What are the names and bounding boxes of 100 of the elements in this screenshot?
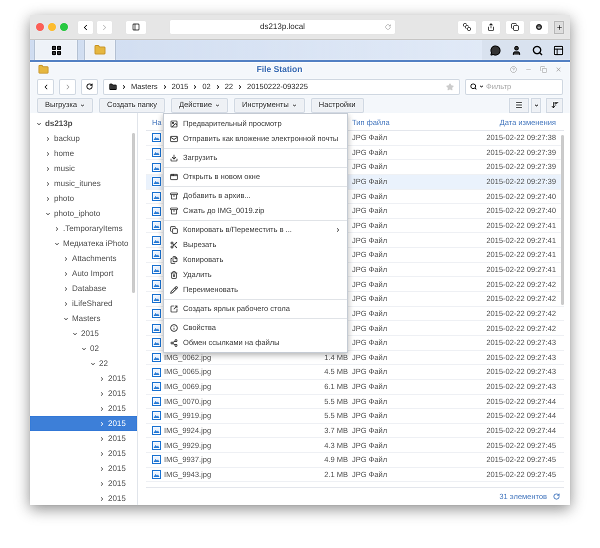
tree-item[interactable]: music	[30, 161, 137, 176]
caret-down-icon[interactable]	[63, 316, 69, 322]
caret-right-icon[interactable]	[99, 466, 105, 472]
tree-item[interactable]: 2015	[30, 476, 137, 491]
sort-button[interactable]	[546, 98, 563, 112]
tree-item[interactable]: 2015	[30, 416, 137, 431]
tabs-icon	[511, 23, 519, 31]
tree-item[interactable]: Masters	[30, 311, 137, 326]
new-tab-button[interactable]	[554, 20, 564, 34]
caret-right-icon[interactable]	[54, 226, 60, 232]
tree-item[interactable]: 22	[30, 356, 137, 371]
caret-down-icon[interactable]	[479, 84, 484, 89]
address-field[interactable]: ds213p.local	[170, 20, 395, 34]
caret-right-icon[interactable]	[63, 286, 69, 292]
refresh-icon	[86, 83, 93, 90]
chevron-right-icon	[100, 22, 109, 32]
extension-button[interactable]	[458, 20, 476, 34]
refresh-button[interactable]	[81, 78, 98, 94]
caret-right-icon[interactable]	[99, 436, 105, 442]
sidebar-button[interactable]	[126, 20, 146, 34]
back-button[interactable]	[78, 20, 93, 34]
share-button[interactable]	[482, 20, 500, 34]
caret-down-icon	[292, 102, 297, 108]
tree-item[interactable]: ds213p	[30, 116, 137, 131]
tree-item[interactable]: 2015	[30, 491, 137, 505]
caret-right-icon[interactable]	[45, 166, 51, 172]
download-icon	[170, 154, 178, 162]
scrollbar[interactable]	[132, 133, 135, 293]
user-icon[interactable]	[511, 44, 522, 56]
tree-item[interactable]: 2015	[30, 386, 137, 401]
tree-item[interactable]: Attachments	[30, 251, 137, 266]
close-window-dot-icon[interactable]	[36, 23, 44, 31]
caret-right-icon[interactable]	[45, 150, 51, 156]
caret-right-icon[interactable]	[63, 256, 69, 262]
envelope-icon	[170, 134, 178, 142]
tabs-button[interactable]	[506, 20, 524, 34]
caret-right-icon[interactable]	[63, 300, 69, 306]
reload-icon[interactable]	[385, 24, 391, 30]
caret-down-icon[interactable]	[72, 330, 78, 336]
window-title: File Station	[256, 62, 304, 76]
image-file-icon	[152, 455, 161, 464]
search-icon[interactable]	[532, 44, 543, 56]
caret-right-icon[interactable]	[63, 270, 69, 276]
tree-item[interactable]: Database	[30, 281, 137, 296]
image-file-icon	[152, 206, 161, 216]
caret-right-icon[interactable]	[99, 480, 105, 486]
caret-down-icon[interactable]	[45, 210, 51, 216]
image-file-icon	[152, 411, 161, 420]
list-icon	[515, 101, 523, 109]
tree-item[interactable]: photo_iphoto	[30, 206, 137, 221]
caret-down-icon[interactable]	[54, 240, 60, 246]
widgets-icon[interactable]	[553, 44, 564, 56]
main-menu-button[interactable]	[34, 40, 78, 60]
chat-icon[interactable]	[490, 44, 501, 56]
caret-right-icon[interactable]	[99, 450, 105, 456]
tree-item[interactable]: 2015	[30, 446, 137, 461]
tree-item[interactable]: Медиатека iPhoto	[30, 236, 137, 251]
star-icon[interactable]	[446, 82, 454, 90]
files-icon	[170, 256, 178, 264]
search-icon[interactable]	[470, 83, 477, 90]
caret-right-icon[interactable]	[45, 196, 51, 202]
tree-item[interactable]: .TemporaryItems	[30, 221, 137, 236]
minimize-window-dot-icon[interactable]	[48, 23, 56, 31]
tree-item[interactable]: backup	[30, 131, 137, 146]
caret-right-icon[interactable]	[99, 406, 105, 412]
file-station-icon	[38, 64, 49, 74]
tree-item[interactable]: Auto Import	[30, 266, 137, 281]
shortcut-icon	[170, 304, 178, 312]
downloads-button[interactable]	[530, 20, 548, 34]
scrollbar[interactable]	[561, 135, 564, 305]
tree-item[interactable]: photo	[30, 191, 137, 206]
info-icon	[170, 324, 178, 332]
image-file-icon	[152, 221, 161, 230]
tree-item[interactable]: music_itunes	[30, 176, 137, 191]
tree-item[interactable]: 2015	[30, 431, 137, 446]
caret-right-icon[interactable]	[45, 136, 51, 142]
tree-item[interactable]: iLifeShared	[30, 296, 137, 311]
caret-right-icon[interactable]	[99, 376, 105, 382]
image-file-icon	[152, 396, 161, 406]
zoom-window-dot-icon[interactable]	[60, 23, 68, 31]
tree-item[interactable]: 02	[30, 341, 137, 356]
image-file-icon	[152, 294, 161, 304]
tree-item[interactable]: 2015	[30, 461, 137, 476]
caret-right-icon[interactable]	[99, 496, 105, 502]
image-file-icon	[152, 426, 161, 436]
caret-down-icon[interactable]	[81, 346, 87, 352]
image-file-icon	[152, 148, 161, 157]
caret-down-icon[interactable]	[36, 120, 42, 126]
download-icon	[535, 23, 543, 31]
caret-down-icon[interactable]	[90, 360, 96, 366]
tree-item[interactable]: 2015	[30, 401, 137, 416]
tree-item[interactable]: 2015	[30, 371, 137, 386]
caret-right-icon[interactable]	[45, 180, 51, 186]
tree-item[interactable]: home	[30, 146, 137, 161]
caret-right-icon[interactable]	[99, 390, 105, 396]
refresh-icon[interactable]	[553, 493, 560, 500]
list-view-button[interactable]	[509, 98, 529, 112]
window-icon	[170, 172, 178, 180]
tree-item[interactable]: 2015	[30, 326, 137, 341]
image-file-icon	[152, 192, 161, 201]
